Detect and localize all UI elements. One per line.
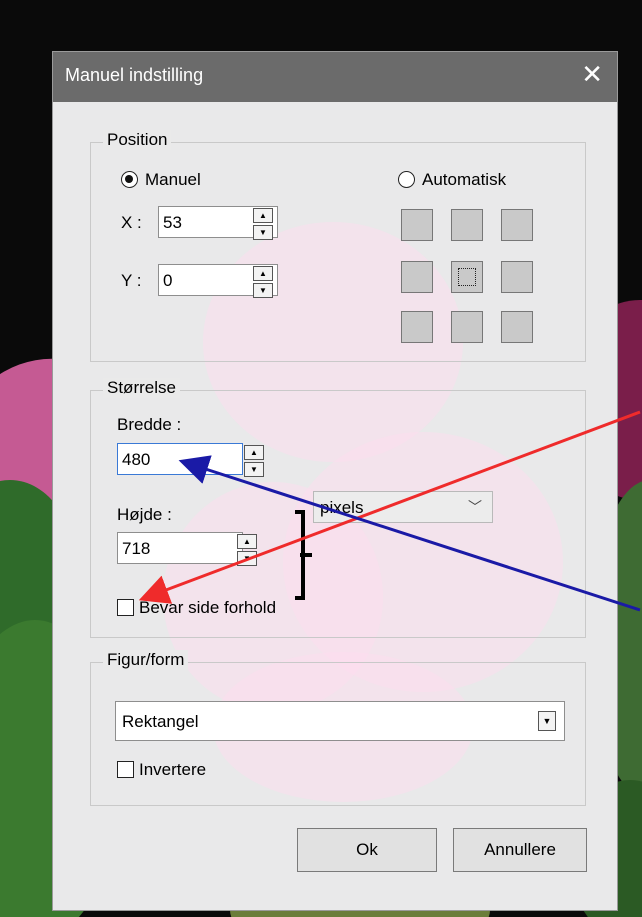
red-arrow [138, 410, 641, 604]
annotation-arrows [138, 410, 641, 612]
blue-arrow [178, 455, 641, 612]
